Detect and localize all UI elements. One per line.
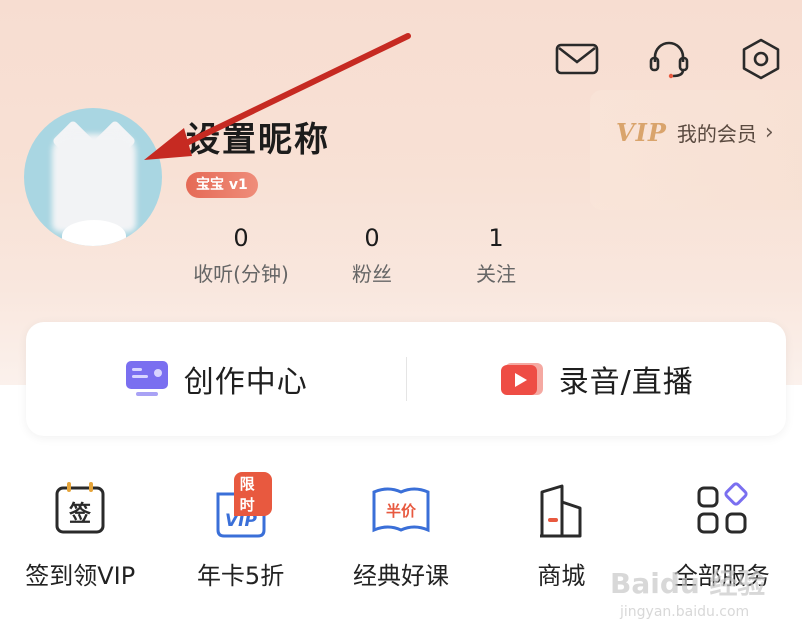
service-label: 签到领VIP — [25, 562, 136, 590]
creator-center-button[interactable]: 创作中心 — [26, 322, 406, 436]
service-label: 经典好课 — [352, 562, 449, 590]
service-annual-card[interactable]: VIP 限时 年卡5折 — [160, 472, 320, 591]
service-label: 商城 — [537, 562, 586, 590]
baidu-watermark-url: jingyan.baidu.com — [620, 604, 750, 620]
stat-label: 收听(分钟) — [193, 262, 289, 286]
stat-label: 粉丝 — [352, 262, 392, 286]
service-mall[interactable]: 商城 — [481, 478, 641, 591]
record-live-button[interactable]: 录音/直播 — [407, 322, 787, 436]
creator-monitor-icon — [125, 361, 168, 396]
service-all-services[interactable]: 全部服务 — [642, 478, 802, 591]
vip-logo: VIP — [616, 118, 667, 147]
play-video-icon — [500, 363, 543, 395]
book-half-price-icon: 半价 — [370, 478, 432, 540]
settings-hexagon-icon[interactable] — [738, 36, 784, 82]
nickname[interactable]: 设置昵称 — [186, 112, 330, 161]
creator-center-label: 创作中心 — [183, 365, 308, 400]
stat-value: 0 — [233, 224, 249, 252]
header-actions — [554, 36, 784, 82]
services-row: 签 签到领VIP VIP 限时 年卡5折 半价 经典好课 商城 全部服务 — [0, 472, 802, 591]
profile-stats: 0 收听(分钟) 0 粉丝 1 关注 — [186, 222, 528, 287]
stat-listen-minutes[interactable]: 0 收听(分钟) — [186, 222, 296, 287]
vip-panel-background — [590, 90, 802, 210]
half-price-text: 半价 — [386, 502, 417, 520]
record-live-label: 录音/直播 — [558, 365, 694, 400]
my-membership-link[interactable]: VIP 我的会员 › — [616, 118, 774, 147]
stat-following[interactable]: 1 关注 — [464, 222, 528, 287]
calendar-sign-icon: 签 — [49, 478, 111, 540]
avatar[interactable] — [24, 108, 162, 246]
mail-icon[interactable] — [554, 36, 600, 82]
limited-time-tag: 限时 — [233, 472, 272, 516]
level-badge: 宝宝 v1 — [186, 172, 258, 198]
avatar-chin — [62, 220, 126, 246]
service-checkin-vip[interactable]: 签 签到领VIP — [0, 478, 160, 591]
avatar-blurred-face — [52, 134, 136, 232]
vip-card-icon: VIP 限时 — [210, 472, 272, 540]
service-classic-courses[interactable]: 半价 经典好课 — [321, 478, 481, 591]
chevron-right-icon: › — [764, 120, 774, 145]
building-icon — [530, 478, 592, 540]
vip-label: 我的会员 — [676, 122, 757, 146]
service-label: 年卡5折 — [196, 562, 285, 590]
stat-label: 关注 — [476, 262, 516, 286]
calendar-sign-text: 签 — [68, 501, 92, 527]
stat-fans[interactable]: 0 粉丝 — [324, 222, 420, 287]
grid-apps-icon — [691, 478, 753, 540]
service-label: 全部服务 — [673, 562, 770, 590]
creator-card: 创作中心 录音/直播 — [26, 322, 786, 436]
stat-value: 0 — [364, 224, 380, 252]
headset-icon[interactable] — [646, 36, 692, 82]
stat-value: 1 — [488, 224, 504, 252]
